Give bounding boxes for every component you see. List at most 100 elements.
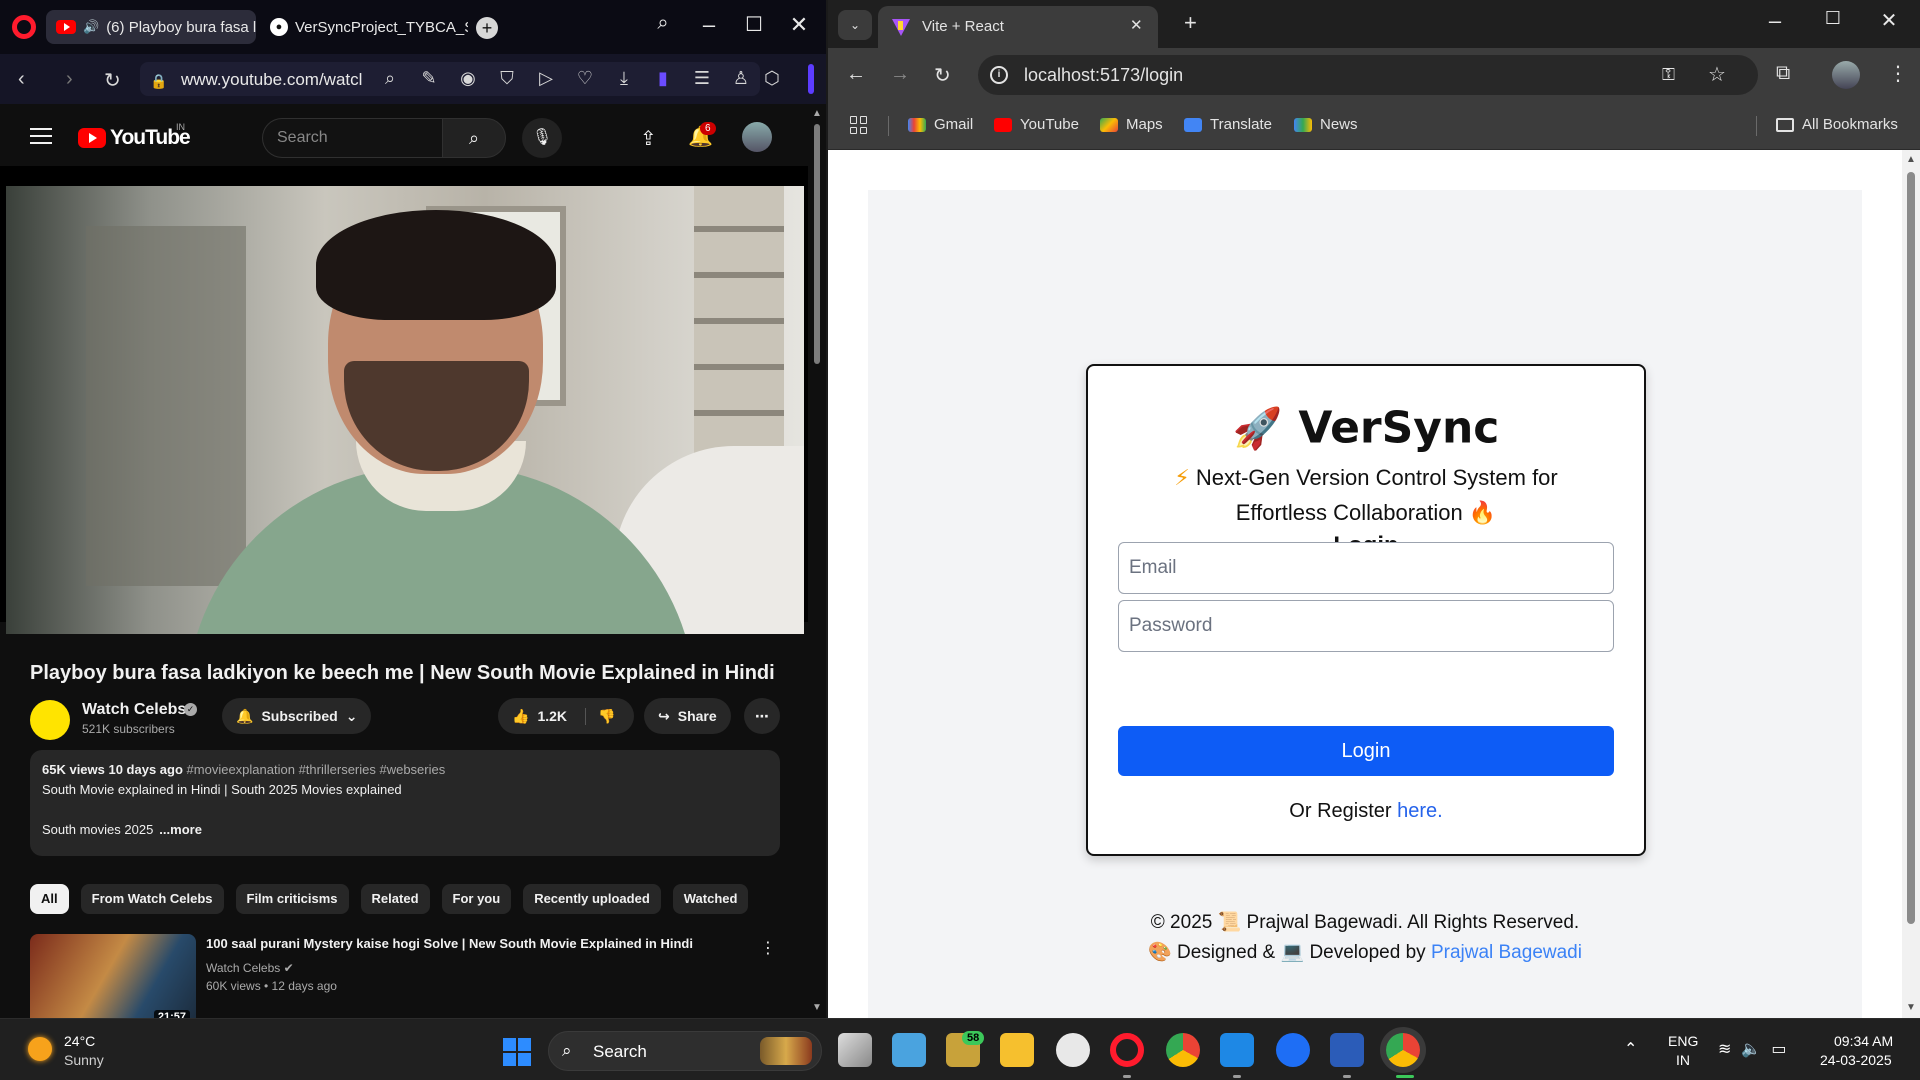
bookmark-news[interactable]: News xyxy=(1294,116,1358,133)
youtube-scrollbar[interactable]: ▲ ▼ xyxy=(808,104,826,1018)
weather-temperature[interactable]: 24°C xyxy=(64,1033,95,1049)
wifi-icon[interactable]: ≋ xyxy=(1718,1039,1731,1059)
forward-arrow-icon[interactable]: → xyxy=(890,63,910,86)
battery-icon[interactable]: ▭ xyxy=(1771,1039,1786,1059)
close-icon[interactable]: ✕ xyxy=(784,12,814,38)
maximize-icon[interactable]: ☐ xyxy=(1818,8,1848,29)
opera-browser-icon[interactable] xyxy=(1110,1033,1144,1067)
minimize-icon[interactable]: – xyxy=(1760,8,1790,34)
channel-avatar[interactable] xyxy=(30,700,70,740)
share-button[interactable]: ↪ Share xyxy=(644,698,731,734)
speaker-icon[interactable]: 🔊 xyxy=(83,19,99,35)
heart-icon[interactable]: ♡ xyxy=(575,68,595,89)
clock-app-icon[interactable] xyxy=(1056,1033,1090,1067)
region-indicator[interactable]: IN xyxy=(1676,1052,1690,1068)
more-actions-icon[interactable]: ⋯ xyxy=(744,698,780,734)
file-explorer-icon[interactable] xyxy=(1000,1033,1034,1067)
profile-icon[interactable]: ♙ xyxy=(731,68,751,89)
scroll-down-icon[interactable]: ▼ xyxy=(812,1002,822,1013)
tab-close-icon[interactable]: ✕ xyxy=(1130,16,1143,34)
search-tabs-icon[interactable]: ⌕ xyxy=(648,12,678,35)
weather-description[interactable]: Sunny xyxy=(64,1052,104,1068)
chip-film-criticisms[interactable]: Film criticisms xyxy=(235,884,349,914)
lock-icon[interactable]: 🔒 xyxy=(150,73,167,90)
extensions-puzzle-icon[interactable]: ⧉ xyxy=(1776,62,1790,85)
chip-all[interactable]: All xyxy=(30,884,69,914)
chip-watched[interactable]: Watched xyxy=(672,884,749,914)
menu-icon[interactable] xyxy=(30,128,52,149)
chrome-menu-icon[interactable]: ⋮ xyxy=(1888,61,1908,86)
chip-related[interactable]: Related xyxy=(360,884,430,914)
recommended-video-thumbnail[interactable]: 21:57 xyxy=(30,934,196,1018)
bookmark-maps[interactable]: Maps xyxy=(1100,116,1163,133)
volume-icon[interactable]: 🔈 xyxy=(1741,1039,1761,1059)
clock-date[interactable]: 24-03-2025 xyxy=(1820,1052,1892,1068)
search-highlight-image[interactable] xyxy=(760,1037,812,1065)
channel-name[interactable]: Watch Celebs xyxy=(82,701,186,719)
url-text[interactable]: localhost:5173/login xyxy=(1024,65,1183,86)
opera-logo-icon[interactable] xyxy=(12,15,36,39)
password-field[interactable] xyxy=(1118,600,1614,652)
thumbs-down-icon[interactable]: 👎 xyxy=(585,707,615,725)
task-view-icon[interactable] xyxy=(838,1033,872,1067)
chip-recently-uploaded[interactable]: Recently uploaded xyxy=(523,884,661,914)
sun-icon[interactable] xyxy=(28,1037,52,1061)
recommended-channel[interactable]: Watch Celebs ✔ xyxy=(206,961,294,975)
forward-arrow-icon[interactable]: › xyxy=(66,68,73,91)
play-icon[interactable]: ▷ xyxy=(536,68,556,89)
chip-from-watch-celebs[interactable]: From Watch Celebs xyxy=(80,884,224,914)
video-player[interactable] xyxy=(0,166,808,634)
taskbar-search-label[interactable]: Search xyxy=(593,1042,647,1062)
word-icon[interactable] xyxy=(1330,1033,1364,1067)
reload-icon[interactable]: ↻ xyxy=(934,63,951,88)
minimize-icon[interactable]: – xyxy=(694,12,724,38)
upload-icon[interactable]: ⇪ xyxy=(640,126,657,151)
clock-time[interactable]: 09:34 AM xyxy=(1834,1033,1893,1049)
url-text[interactable]: www.youtube.com/watcl xyxy=(181,70,362,90)
chrome-profile-icon[interactable] xyxy=(1386,1033,1420,1067)
reload-icon[interactable]: ↻ xyxy=(104,68,121,93)
register-link[interactable]: here. xyxy=(1397,800,1443,822)
close-icon[interactable]: ✕ xyxy=(1874,8,1904,33)
camera-icon[interactable]: ◉ xyxy=(458,68,478,89)
scroll-up-icon[interactable]: ▲ xyxy=(812,108,822,119)
search-icon[interactable]: ⌕ xyxy=(442,118,506,158)
search-page-icon[interactable]: ⌕ xyxy=(380,68,400,89)
email-field[interactable] xyxy=(1118,542,1614,594)
chrome-browser-icon[interactable] xyxy=(1166,1033,1200,1067)
maximize-icon[interactable]: ☐ xyxy=(739,12,769,37)
shield-icon[interactable]: ⛉ xyxy=(497,68,517,89)
page-scrollbar[interactable]: ▲ ▼ xyxy=(1902,150,1920,1018)
like-button[interactable]: 👍 1.2K 👎 xyxy=(498,698,634,734)
back-arrow-icon[interactable]: ‹ xyxy=(18,68,25,91)
profile-avatar[interactable] xyxy=(1832,61,1860,89)
video-frame[interactable] xyxy=(6,186,804,634)
app-store-icon[interactable] xyxy=(1276,1033,1310,1067)
tab-search-chevron-icon[interactable]: ⌄ xyxy=(838,10,872,40)
bookmark-star-icon[interactable]: ☆ xyxy=(1708,62,1726,87)
start-windows-icon[interactable] xyxy=(503,1038,531,1066)
extensions-cube-icon[interactable]: ⬡ xyxy=(764,68,780,89)
youtube-search-input[interactable]: Search xyxy=(262,118,442,158)
chrome-tab-vite-react[interactable]: Vite + React ✕ xyxy=(878,6,1158,48)
bookmark-youtube[interactable]: YouTube xyxy=(994,116,1079,133)
vscode-icon[interactable] xyxy=(1220,1033,1254,1067)
new-tab-plus-icon[interactable]: + xyxy=(1184,10,1197,36)
microphone-icon[interactable]: 🎙 xyxy=(522,118,562,158)
bookmark-gmail[interactable]: Gmail xyxy=(908,116,973,133)
description-box[interactable]: 65K views 10 days ago #movieexplanation … xyxy=(30,750,780,856)
account-avatar[interactable] xyxy=(742,122,772,152)
hashtags[interactable]: #movieexplanation #thrillerseries #webse… xyxy=(187,762,446,777)
all-bookmarks-button[interactable]: All Bookmarks xyxy=(1776,116,1898,133)
back-arrow-icon[interactable]: ← xyxy=(846,63,866,86)
more-link[interactable]: ...more xyxy=(159,822,202,837)
password-key-icon[interactable]: ⚿ xyxy=(1662,65,1675,85)
apps-grid-icon[interactable] xyxy=(850,116,868,134)
recommended-video-title[interactable]: 100 saal purani Mystery kaise hogi Solve… xyxy=(206,936,693,951)
site-info-icon[interactable]: i xyxy=(990,66,1008,84)
sidebar-toggle[interactable] xyxy=(808,64,814,94)
author-link[interactable]: Prajwal Bagewadi xyxy=(1431,942,1582,963)
bookmark-translate[interactable]: Translate xyxy=(1184,116,1272,133)
download-icon[interactable]: ⤓ xyxy=(614,68,634,89)
scroll-up-icon[interactable]: ▲ xyxy=(1906,154,1916,165)
